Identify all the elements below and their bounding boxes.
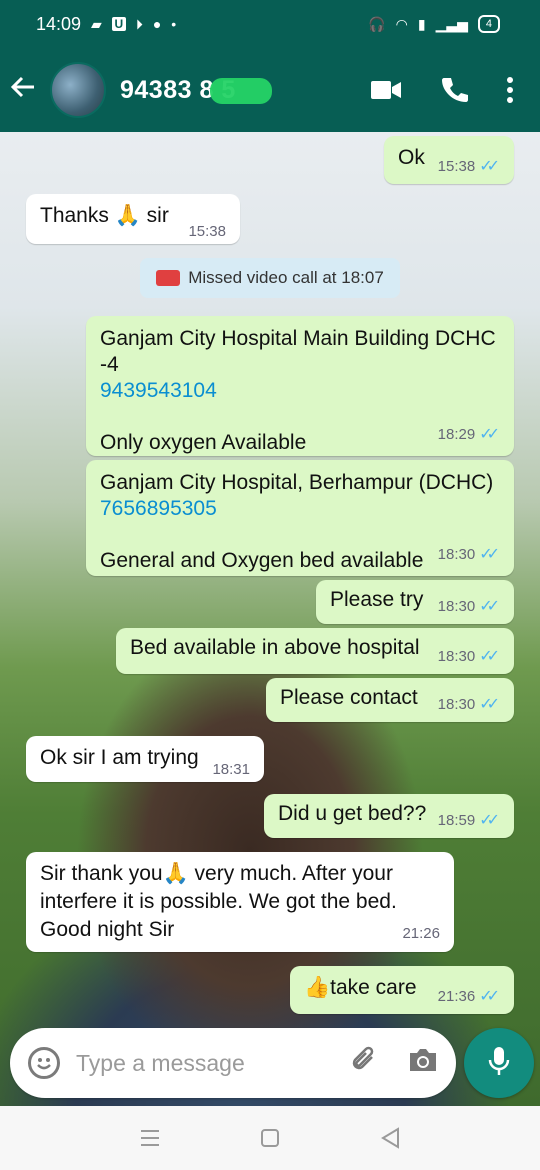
time-text: 18:30 [437,597,476,615]
message-text: 👍take care [304,976,417,999]
message-time: 21:26 [402,920,440,948]
time-text: 18:30 [437,695,476,713]
time-text: 18:30 [437,546,476,563]
message-text: Ok sir I am trying [40,746,199,769]
time-text: 15:38 [437,157,476,175]
read-ticks-icon: ✓✓ [479,598,500,615]
avatar[interactable] [50,62,106,118]
facebook-icon: ● [152,16,162,32]
menu-nav-icon[interactable] [130,1118,170,1158]
phone-link[interactable]: 7656895305 [100,496,500,522]
headphones-icon: 🎧 [368,15,386,32]
battery-icon: 4 [477,15,500,33]
message-time: 15:38 ✓✓ [438,156,500,176]
status-time: 14:09 [36,13,82,34]
message-bubble-in[interactable]: Sir thank you🙏 very much. After your int… [26,852,454,952]
message-text: Please contact [280,686,418,709]
message-composer [10,1028,456,1098]
read-ticks-icon: ✓✓ [479,546,500,563]
volte-icon: ▮ [417,15,426,32]
mic-button[interactable] [464,1028,534,1098]
message-text: Did u get bed?? [278,802,427,825]
system-nav-bar [0,1106,540,1170]
message-line: Ganjam City Hospital, Berhampur (DCHC) [100,471,494,494]
message-time: 18:30 ✓✓ [438,694,500,714]
attach-icon[interactable] [350,1045,380,1082]
message-bubble-out[interactable]: Ok 15:38 ✓✓ [384,136,514,184]
time-text: 18:30 [437,647,476,665]
message-time: 18:30 ✓✓ [438,542,500,568]
message-text: Ok [398,146,425,169]
contact-name[interactable]: 94383 8 5 [120,76,272,105]
home-nav-icon[interactable] [250,1118,290,1158]
chat-header: 94383 8 5 [0,48,540,132]
message-line: Ganjam City Hospital Main Building DCHC [100,327,496,350]
status-right: 🎧 ◠ ▮ ▁▃▅ 4 [368,15,500,33]
chat-area[interactable]: Ok 15:38 ✓✓ Thanks 🙏 sir 15:38 Missed vid… [0,132,540,1106]
missed-call-text: Missed video call at 18:07 [188,268,384,287]
message-bubble-in[interactable]: Ok sir I am trying 18:31 [26,736,264,782]
more-options-icon[interactable] [506,76,514,104]
message-text: Bed available in above hospital [130,636,420,659]
message-time: 15:38 [188,223,226,240]
message-time: 21:36 ✓✓ [438,986,500,1006]
message-line: interfere it is possible. We got the bed… [40,890,397,913]
message-bubble-out[interactable]: Bed available in above hospital 18:30 ✓✓ [116,628,514,674]
message-text: Please try [330,588,424,611]
phone-call-icon[interactable] [440,76,468,104]
back-arrow-icon[interactable] [8,72,50,108]
message-time: 18:59 ✓✓ [438,810,500,830]
message-bubble-out[interactable]: 👍take care 21:36 ✓✓ [290,966,514,1014]
header-actions [370,76,514,104]
time-text: 15:38 [188,223,226,240]
read-ticks-icon: ✓✓ [479,696,500,713]
back-nav-icon[interactable] [370,1118,410,1158]
voot-icon: ▰ [91,15,102,32]
message-line: Sir thank you🙏 very much. After your [40,862,393,885]
read-ticks-icon: ✓✓ [479,812,500,829]
message-time: 18:29 ✓✓ [438,422,500,448]
status-bar: 14:09 ▰ U ⏵ ● • 🎧 ◠ ▮ ▁▃▅ 4 [0,0,540,48]
read-ticks-icon: ✓✓ [479,158,500,175]
read-ticks-icon: ✓✓ [479,988,500,1005]
wifi-icon: ◠ [395,15,408,32]
message-text: Thanks 🙏 sir [40,204,169,227]
time-text: 18:59 [437,811,476,829]
video-call-icon[interactable] [370,79,402,101]
mic-icon [487,1045,511,1082]
message-time: 18:31 [212,761,250,778]
message-bubble-in[interactable]: Thanks 🙏 sir 15:38 [26,194,240,244]
message-bubble-out[interactable]: Ganjam City Hospital, Berhampur (DCHC) 7… [86,460,514,576]
dot-icon: • [171,16,177,32]
message-time: 18:30 ✓✓ [438,646,500,666]
message-line: -4 [100,353,119,376]
redaction-mark [210,77,272,104]
message-bubble-out[interactable]: Ganjam City Hospital Main Building DCHC … [86,316,514,456]
message-line: Good night Sir [40,918,175,941]
missed-call-notice[interactable]: Missed video call at 18:07 [140,258,400,298]
time-text: 18:29 [437,426,476,443]
message-time: 18:30 ✓✓ [438,596,500,616]
time-text: 21:26 [402,925,440,942]
emoji-icon[interactable] [28,1047,60,1079]
camera-icon[interactable] [408,1047,438,1080]
message-bubble-out[interactable]: Please contact 18:30 ✓✓ [266,678,514,722]
u-app-icon: U [111,17,126,31]
time-text: 18:31 [212,761,250,778]
time-text: 21:36 [437,987,476,1005]
missed-video-call-icon [156,270,181,286]
phone-link[interactable]: 9439543104 [100,378,500,404]
read-ticks-icon: ✓✓ [479,648,500,665]
message-input[interactable] [74,1048,328,1078]
play-icon: ⏵ [135,15,143,32]
signal-icon: ▁▃▅ [435,15,468,32]
status-left: 14:09 ▰ U ⏵ ● • [36,14,176,35]
read-ticks-icon: ✓✓ [479,426,500,443]
message-bubble-out[interactable]: Please try 18:30 ✓✓ [316,580,514,624]
message-bubble-out[interactable]: Did u get bed?? 18:59 ✓✓ [264,794,514,838]
